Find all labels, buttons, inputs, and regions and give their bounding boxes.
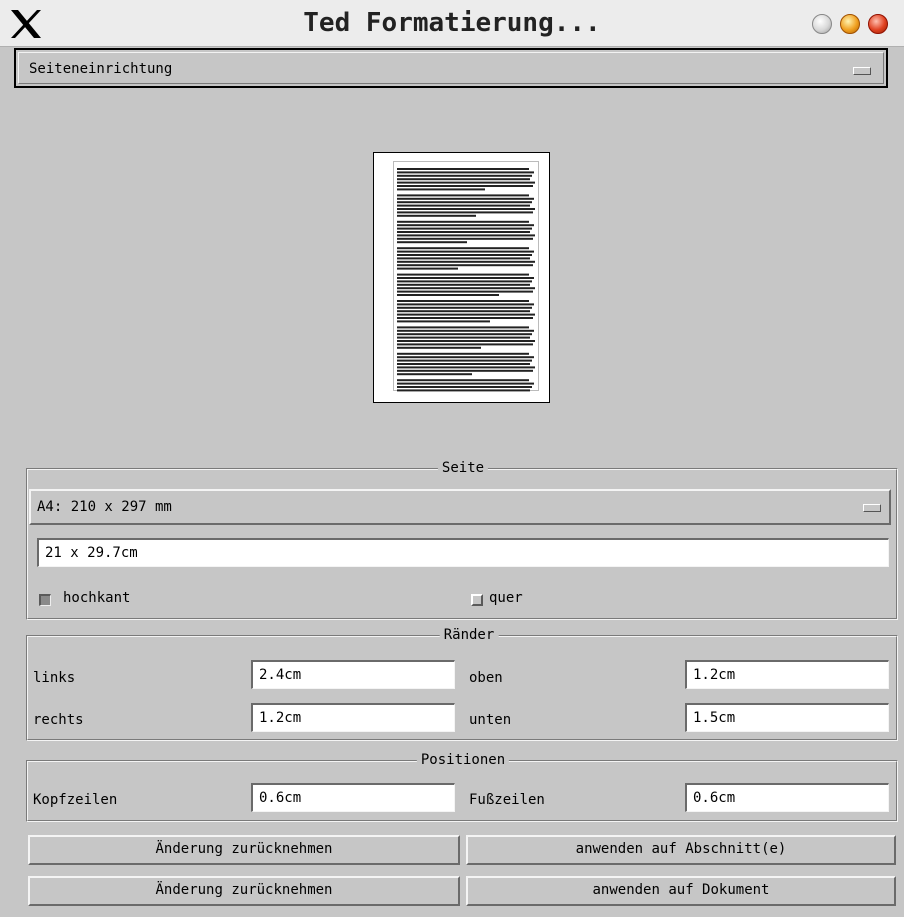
section-dropdown-value: Seiteneinrichtung <box>29 61 173 77</box>
footer-position-field[interactable] <box>685 783 889 812</box>
margin-right-label: rechts <box>33 712 84 728</box>
margin-bottom-field[interactable] <box>685 703 889 732</box>
apply-to-document-button[interactable]: anwenden auf Dokument <box>466 876 896 906</box>
portrait-checkbox[interactable] <box>39 594 51 606</box>
margins-group: Ränder links oben rechts unten <box>26 626 898 741</box>
portrait-label: hochkant <box>63 590 131 606</box>
page-size-dropdown[interactable]: A4: 210 x 297 mm <box>29 489 891 525</box>
margin-top-field[interactable] <box>685 660 889 689</box>
landscape-label: quer <box>489 590 523 606</box>
page-group-title: Seite <box>437 459 489 477</box>
window-title: Ted Formatierung... <box>303 8 601 38</box>
apply-to-section-button[interactable]: anwenden auf Abschnitt(e) <box>466 835 896 865</box>
page-group: Seite A4: 210 x 297 mm hochkant quer <box>26 459 898 620</box>
revert-changes-button-2[interactable]: Änderung zurücknehmen <box>28 876 460 906</box>
positions-group: Positionen Kopfzeilen Fußzeilen <box>26 751 898 822</box>
page-size-value: A4: 210 x 297 mm <box>37 499 172 515</box>
close-icon[interactable] <box>868 14 888 34</box>
margins-group-title: Ränder <box>439 626 499 644</box>
page-size-field[interactable] <box>37 538 889 567</box>
preview-text-lines <box>397 168 535 392</box>
landscape-checkbox[interactable] <box>471 594 483 606</box>
margin-right-field[interactable] <box>251 703 455 732</box>
page-preview <box>373 152 550 403</box>
margin-top-label: oben <box>469 670 503 686</box>
margin-left-label: links <box>33 670 76 686</box>
minimize-icon[interactable] <box>812 14 832 34</box>
header-position-label: Kopfzeilen <box>33 792 118 808</box>
positions-group-title: Positionen <box>416 751 510 769</box>
revert-changes-button[interactable]: Änderung zurücknehmen <box>28 835 460 865</box>
title-bar[interactable]: Ted Formatierung... <box>0 0 904 47</box>
footer-position-label: Fußzeilen <box>469 792 545 808</box>
maximize-icon[interactable] <box>840 14 860 34</box>
dropdown-indicator-icon <box>863 504 881 512</box>
margin-left-field[interactable] <box>251 660 455 689</box>
header-position-field[interactable] <box>251 783 455 812</box>
margin-bottom-label: unten <box>469 712 512 728</box>
dropdown-indicator-icon <box>853 67 871 75</box>
section-dropdown[interactable]: Seiteneinrichtung <box>14 48 888 88</box>
